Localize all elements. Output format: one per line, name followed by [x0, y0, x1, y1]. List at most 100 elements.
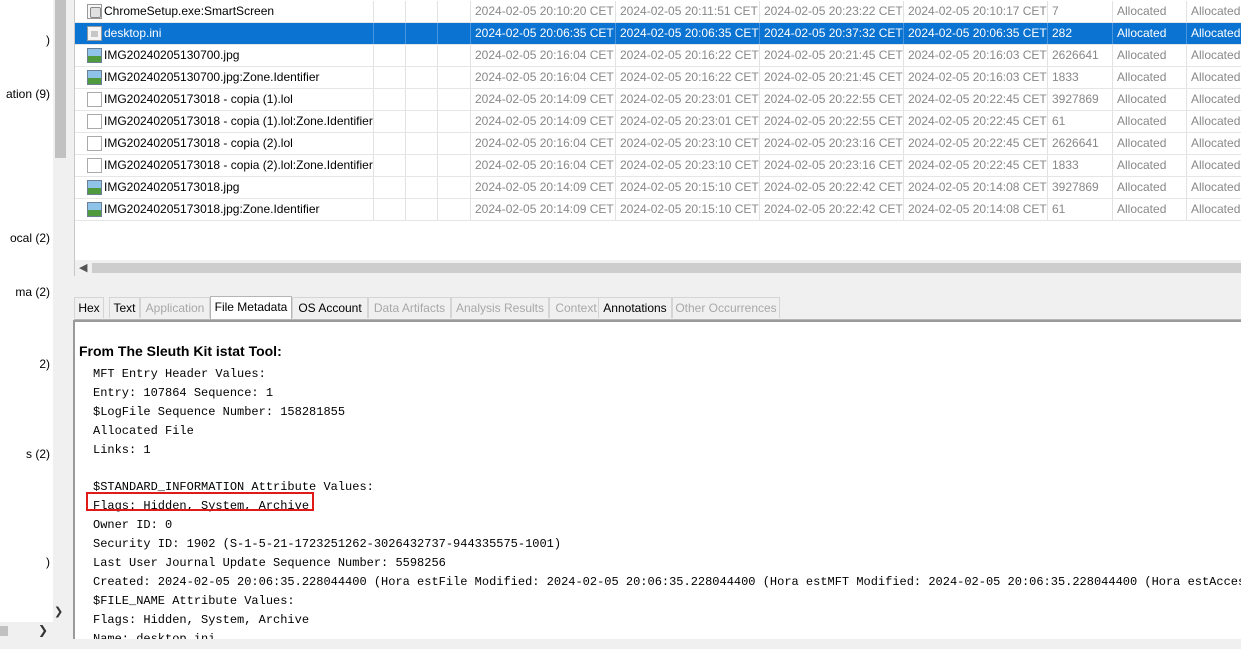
score-cell — [438, 89, 471, 110]
dir-flag-cell: Allocated — [1113, 23, 1187, 44]
score-cell — [374, 1, 406, 22]
file-name-cell[interactable]: IMG20240205173018 - copia (2).lol:Zone.I… — [75, 155, 374, 176]
score-cell — [406, 45, 438, 66]
accessed-time-cell: 2024-02-05 20:22:55 CET — [760, 89, 904, 110]
scroll-right-arrow-icon[interactable]: ❯ — [38, 623, 48, 637]
dir-flag-cell: Allocated — [1113, 177, 1187, 198]
table-row[interactable]: IMG20240205173018.jpg:Zone.Identifier 202… — [75, 199, 1241, 221]
meta-flag-cell: Allocated — [1187, 45, 1241, 66]
table-row[interactable]: IMG20240205173018 - copia (2).lol:Zone.I… — [75, 155, 1241, 177]
table-row[interactable]: IMG20240205130700.jpg:Zone.Identifier 202… — [75, 67, 1241, 89]
size-cell: 2626641 — [1048, 45, 1113, 66]
modified-time-cell: 2024-02-05 20:16:04 CET — [471, 133, 616, 154]
modified-time-cell: 2024-02-05 20:10:20 CET — [471, 1, 616, 22]
score-cell — [438, 67, 471, 88]
metadata-line: $LogFile Sequence Number: 158281855 — [93, 405, 346, 419]
table-row[interactable]: IMG20240205173018 - copia (1).lol:Zone.I… — [75, 111, 1241, 133]
file-name-cell[interactable]: ChromeSetup.exe:SmartScreen — [75, 1, 374, 22]
metadata-line: Flags: Hidden, System, Archive — [93, 613, 310, 627]
changed-time-cell: 2024-02-05 20:23:10 CET — [616, 155, 760, 176]
dir-flag-cell: Allocated — [1113, 155, 1187, 176]
size-cell: 1833 — [1048, 67, 1113, 88]
file-name-cell[interactable]: desktop.ini — [75, 23, 374, 44]
meta-flag-cell: Allocated — [1187, 155, 1241, 176]
blank-file-icon — [87, 136, 102, 151]
table-row[interactable]: IMG20240205173018.jpg 2024-02-05 20:14:09… — [75, 177, 1241, 199]
size-cell: 3927869 — [1048, 89, 1113, 110]
accessed-time-cell: 2024-02-05 20:22:42 CET — [760, 199, 904, 220]
score-cell — [438, 133, 471, 154]
dir-flag-cell: Allocated — [1113, 45, 1187, 66]
tree-node-label[interactable]: 2) — [39, 357, 50, 371]
exe-file-icon — [87, 4, 102, 19]
created-time-cell: 2024-02-05 20:22:45 CET — [904, 111, 1048, 132]
score-cell — [406, 23, 438, 44]
tree-node-label[interactable]: ation (9) — [6, 87, 50, 101]
tree-vertical-scrollbar[interactable]: ❯ — [53, 0, 68, 622]
file-name-cell[interactable]: IMG20240205173018 - copia (1).lol — [75, 89, 374, 110]
size-cell: 2626641 — [1048, 133, 1113, 154]
file-list-table[interactable]: ChromeSetup.exe:SmartScreen 2024-02-05 20… — [74, 0, 1241, 260]
table-horizontal-scrollbar[interactable]: ◀ — [74, 260, 1241, 276]
metadata-line: Created: 2024-02-05 20:06:35.228044400 (… — [93, 575, 1241, 589]
table-row[interactable]: desktop.ini 2024-02-05 20:06:35 CET 2024-0… — [75, 23, 1241, 45]
file-name-cell[interactable]: IMG20240205173018 - copia (1).lol:Zone.I… — [75, 111, 374, 132]
tab-context: Context — [549, 297, 603, 318]
created-time-cell: 2024-02-05 20:22:45 CET — [904, 155, 1048, 176]
scroll-left-arrow-icon[interactable]: ◀ — [79, 261, 87, 274]
tree-node-label[interactable]: ) — [46, 555, 50, 569]
tree-horizontal-scrollbar[interactable]: ❯ — [0, 622, 53, 640]
metadata-line: Last User Journal Update Sequence Number… — [93, 556, 446, 570]
size-cell: 61 — [1048, 199, 1113, 220]
tab-analysis-results: Analysis Results — [451, 297, 549, 318]
score-cell — [374, 133, 406, 154]
score-cell — [438, 199, 471, 220]
flags-highlight-box — [86, 492, 314, 511]
tab-os-account[interactable]: OS Account — [292, 297, 368, 318]
tab-hex[interactable]: Hex — [74, 297, 104, 318]
tab-application: Application — [140, 297, 210, 318]
meta-flag-cell: Allocated — [1187, 177, 1241, 198]
table-row[interactable]: IMG20240205173018 - copia (2).lol 2024-02… — [75, 133, 1241, 155]
changed-time-cell: 2024-02-05 20:16:22 CET — [616, 67, 760, 88]
file-name-cell[interactable]: IMG20240205173018 - copia (2).lol — [75, 133, 374, 154]
file-name-cell[interactable]: IMG20240205173018.jpg:Zone.Identifier — [75, 199, 374, 220]
tab-text[interactable]: Text — [109, 297, 140, 318]
changed-time-cell: 2024-02-05 20:23:10 CET — [616, 133, 760, 154]
modified-time-cell: 2024-02-05 20:14:09 CET — [471, 89, 616, 110]
scrollbar-thumb[interactable] — [0, 626, 8, 636]
file-name-cell[interactable]: IMG20240205130700.jpg — [75, 45, 374, 66]
scrollbar-thumb[interactable] — [92, 263, 1241, 273]
tree-node-label[interactable]: ocal (2) — [10, 231, 50, 245]
tree-panel[interactable]: ) ation (9) ocal (2) ma (2) 2) s (2)) — [0, 0, 53, 622]
dir-flag-cell: Allocated — [1113, 133, 1187, 154]
changed-time-cell: 2024-02-05 20:15:10 CET — [616, 177, 760, 198]
tree-node-label[interactable]: s (2) — [26, 447, 50, 461]
dir-flag-cell: Allocated — [1113, 199, 1187, 220]
scroll-down-arrow-icon[interactable]: ❯ — [54, 605, 63, 618]
table-row[interactable]: ChromeSetup.exe:SmartScreen 2024-02-05 20… — [75, 1, 1241, 23]
file-name-cell[interactable]: IMG20240205173018.jpg — [75, 177, 374, 198]
table-row[interactable]: IMG20240205173018 - copia (1).lol 2024-02… — [75, 89, 1241, 111]
image-file-icon — [87, 48, 102, 63]
scrollbar-thumb[interactable] — [55, 0, 66, 158]
changed-time-cell: 2024-02-05 20:15:10 CET — [616, 199, 760, 220]
changed-time-cell: 2024-02-05 20:16:22 CET — [616, 45, 760, 66]
size-cell: 282 — [1048, 23, 1113, 44]
changed-time-cell: 2024-02-05 20:23:01 CET — [616, 111, 760, 132]
score-cell — [438, 45, 471, 66]
modified-time-cell: 2024-02-05 20:14:09 CET — [471, 199, 616, 220]
tab-annotations[interactable]: Annotations — [598, 297, 672, 318]
metadata-line: $FILE_NAME Attribute Values: — [93, 594, 295, 608]
image-file-icon — [87, 180, 102, 195]
tab-file-metadata[interactable]: File Metadata — [210, 296, 292, 319]
tree-node-label[interactable]: ) — [46, 33, 50, 47]
image-file-icon — [87, 70, 102, 85]
tree-node-label[interactable]: ma (2) — [15, 285, 50, 299]
size-cell: 1833 — [1048, 155, 1113, 176]
accessed-time-cell: 2024-02-05 20:23:22 CET — [760, 1, 904, 22]
file-name-cell[interactable]: IMG20240205130700.jpg:Zone.Identifier — [75, 67, 374, 88]
accessed-time-cell: 2024-02-05 20:21:45 CET — [760, 45, 904, 66]
table-row[interactable]: IMG20240205130700.jpg 2024-02-05 20:16:04… — [75, 45, 1241, 67]
score-cell — [406, 155, 438, 176]
